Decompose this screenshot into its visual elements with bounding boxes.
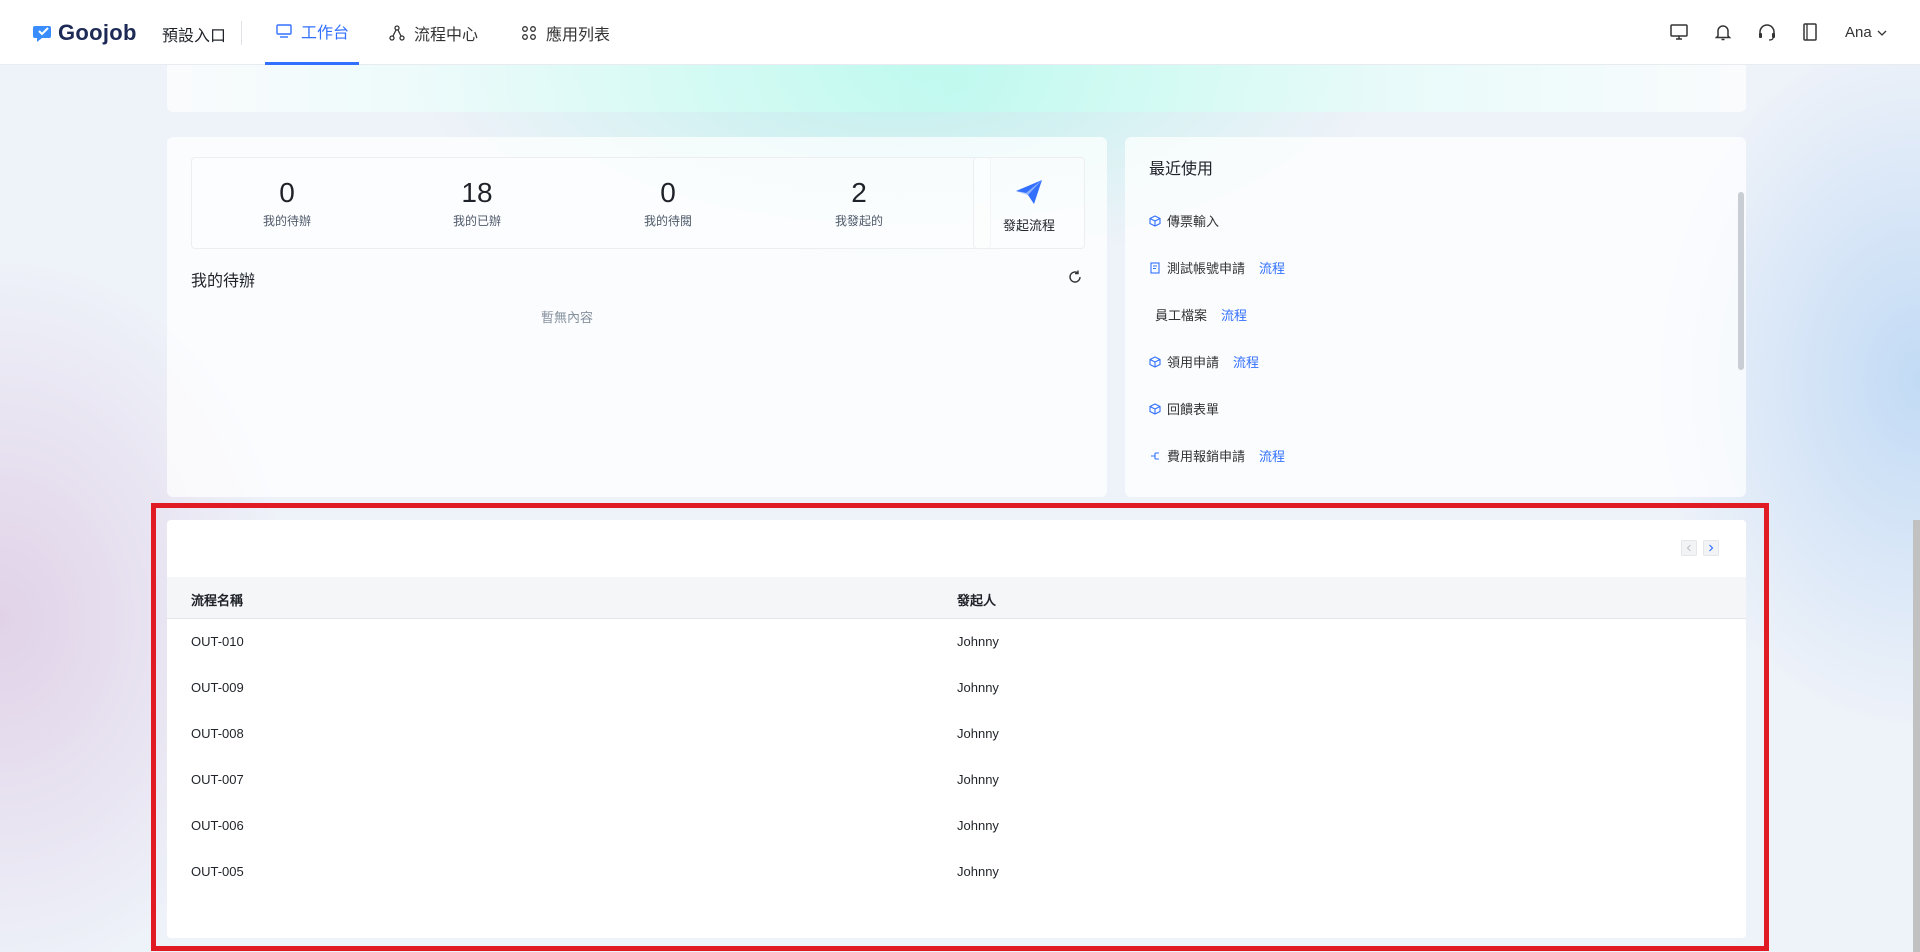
cell-initiator: Johnny: [957, 634, 999, 649]
flow-tag: 流程: [1233, 355, 1260, 370]
todo-title: 我的待辦: [191, 273, 256, 290]
nav-divider: [241, 21, 242, 45]
cube-icon: [1149, 402, 1161, 415]
cell-initiator: Johnny: [957, 864, 999, 879]
recent-item-label: 傳票輸入: [1167, 214, 1220, 229]
stat-my-todo[interactable]: 0 我的待辦: [192, 176, 382, 229]
recent-item-label: 回饋表單: [1167, 402, 1220, 417]
recent-item-label: 領用申請: [1167, 355, 1220, 370]
cell-flow-name: OUT-010: [191, 634, 244, 649]
stat-my-done[interactable]: 18 我的已辦: [382, 176, 572, 229]
workbench-card: 0 我的待辦 18 我的已辦 0 我的待閱 2 我發起的 發起流程 我的待辦 暫…: [167, 137, 1107, 497]
table-row[interactable]: OUT-007 Johnny: [167, 758, 1746, 804]
cube-icon: [1149, 355, 1161, 368]
empty-state: 暫無內容: [540, 310, 593, 325]
prev-page-button[interactable]: [1681, 540, 1697, 556]
table-row[interactable]: OUT-009 Johnny: [167, 666, 1746, 712]
headset-icon[interactable]: [1757, 22, 1777, 42]
tab-label: 應用列表: [546, 26, 611, 44]
column-header: 發起人: [957, 593, 997, 608]
cell-flow-name: OUT-006: [191, 818, 244, 833]
banner-card: [167, 65, 1746, 112]
entry-selector[interactable]: 預設入口: [162, 22, 226, 46]
bell-icon[interactable]: [1713, 22, 1733, 42]
user-menu[interactable]: Ana: [1845, 24, 1888, 41]
page-scrollbar[interactable]: [1913, 520, 1920, 952]
paper-plane-icon: [1016, 180, 1042, 204]
cell-flow-name: OUT-008: [191, 726, 244, 741]
chevron-left-icon: [1686, 544, 1691, 552]
launch-flow-label: 發起流程: [1002, 218, 1055, 233]
tab-label: 流程中心: [414, 26, 479, 44]
recent-used-card: 最近使用 傳票輸入 測試帳號申請 流程 員工檔案 流程 領用申請 流程 回饋表單…: [1125, 137, 1746, 497]
recent-list: 傳票輸入 測試帳號申請 流程 員工檔案 流程 領用申請 流程 回饋表單 費用報銷…: [1149, 197, 1285, 479]
logo[interactable]: Goojob: [32, 20, 137, 46]
table-row[interactable]: OUT-008 Johnny: [167, 712, 1746, 758]
recent-item[interactable]: 傳票輸入: [1149, 197, 1285, 244]
desktop-icon[interactable]: [1669, 22, 1689, 42]
recent-item[interactable]: 費用報銷申請 流程: [1149, 432, 1285, 479]
table-header: 流程名稱 發起人: [167, 577, 1746, 619]
recent-item[interactable]: 領用申請 流程: [1149, 338, 1285, 385]
form-icon: [1150, 261, 1160, 274]
stat-my-toread[interactable]: 0 我的待閱: [573, 176, 763, 229]
flow-tag: 流程: [1259, 261, 1286, 276]
chevron-right-icon: [1709, 544, 1714, 552]
stat-value: 2: [851, 177, 867, 208]
stat-label: 我的已辦: [452, 214, 501, 228]
stat-value: 0: [279, 177, 295, 208]
apps-icon: [522, 25, 536, 40]
flow-tag: 流程: [1221, 308, 1248, 323]
book-icon[interactable]: [1800, 22, 1820, 42]
cell-initiator: Johnny: [957, 680, 999, 695]
cell-initiator: Johnny: [957, 818, 999, 833]
launch-flow-button[interactable]: 發起流程: [973, 157, 1085, 249]
stat-value: 18: [461, 177, 493, 208]
flow-icon: [1151, 451, 1159, 460]
chevron-down-icon: [1877, 30, 1887, 36]
tab-app-list[interactable]: 應用列表: [520, 0, 610, 65]
recent-item-label: 測試帳號申請: [1167, 261, 1246, 276]
recent-item[interactable]: 員工檔案 流程: [1149, 291, 1285, 338]
logo-icon: [33, 26, 51, 42]
stat-my-initiated[interactable]: 2 我發起的: [764, 176, 954, 229]
cell-flow-name: OUT-009: [191, 680, 244, 695]
next-page-button[interactable]: [1703, 540, 1719, 556]
recent-scrollbar[interactable]: [1738, 192, 1744, 370]
recent-item[interactable]: 回饋表單: [1149, 385, 1285, 432]
logo-text: Goojob: [58, 20, 137, 45]
stat-label: 我的待辦: [262, 214, 311, 228]
recent-title: 最近使用: [1149, 161, 1214, 178]
user-name: Ana: [1845, 24, 1872, 41]
cell-flow-name: OUT-005: [191, 864, 244, 879]
cell-flow-name: OUT-007: [191, 772, 244, 787]
stat-value: 0: [660, 177, 676, 208]
tab-flow-center[interactable]: 流程中心: [388, 0, 478, 65]
refresh-icon[interactable]: [1067, 269, 1083, 285]
recent-item[interactable]: 測試帳號申請 流程: [1149, 244, 1285, 291]
stats-summary: 0 我的待辦 18 我的已辦 0 我的待閱 2 我發起的: [191, 157, 991, 249]
table-row[interactable]: OUT-010 Johnny: [167, 620, 1746, 666]
table-row[interactable]: OUT-006 Johnny: [167, 804, 1746, 850]
tab-label: 工作台: [300, 25, 349, 42]
tab-workbench[interactable]: 工作台: [265, 0, 359, 65]
recent-item-label: 員工檔案: [1155, 308, 1208, 323]
cube-icon: [1149, 214, 1161, 227]
flow-tag: 流程: [1259, 449, 1286, 464]
flow-table-card: 流程名稱 發起人 OUT-010 Johnny OUT-009 Johnny O…: [167, 520, 1746, 938]
column-header: 流程名稱: [191, 593, 244, 608]
monitor-icon: [276, 24, 292, 38]
stat-label: 我發起的: [834, 214, 883, 228]
top-nav-bar: Goojob 預設入口 工作台 流程中心 應用列表 Ana: [0, 0, 1920, 65]
cell-initiator: Johnny: [957, 772, 999, 787]
stat-label: 我的待閱: [643, 214, 692, 228]
flow-icon: [389, 24, 405, 41]
recent-item-label: 費用報銷申請: [1167, 449, 1246, 464]
table-row[interactable]: OUT-005 Johnny: [167, 850, 1746, 896]
cell-initiator: Johnny: [957, 726, 999, 741]
